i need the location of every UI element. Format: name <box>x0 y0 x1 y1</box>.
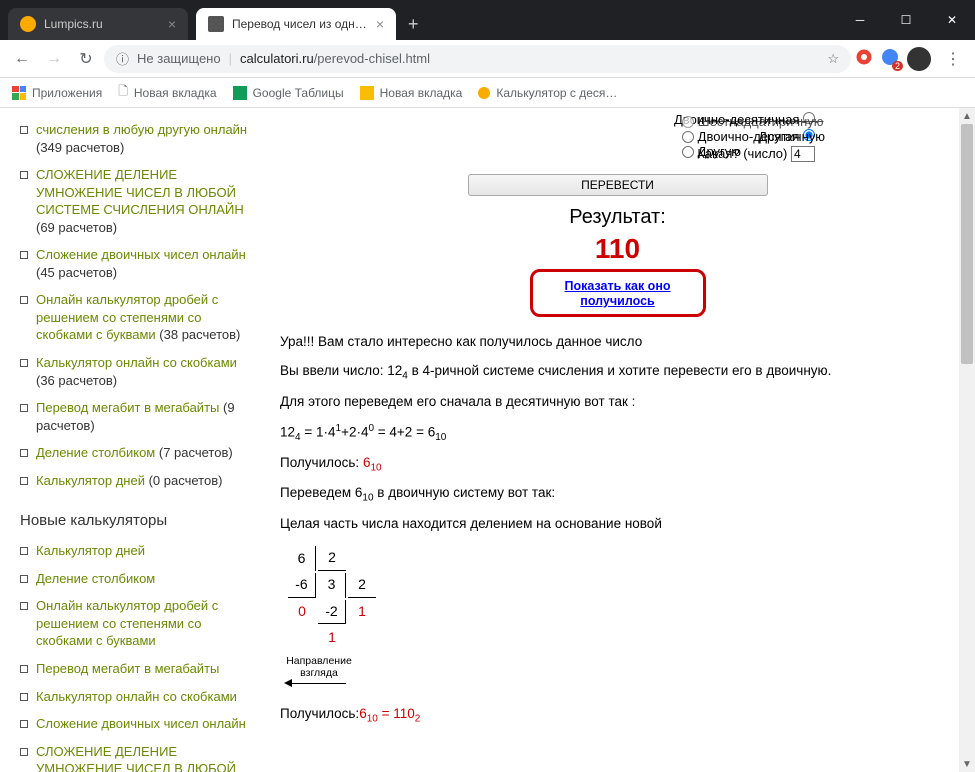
sidebar-item[interactable]: Онлайн калькулятор дробей с решением со … <box>18 592 250 655</box>
window-controls: ─ ☐ ✕ <box>837 0 975 40</box>
address-bar: ← → ↻ ⓘ Не защищено | calculatori.ru/per… <box>0 40 975 78</box>
info-icon: ⓘ <box>116 49 129 68</box>
extension-icon[interactable] <box>855 48 873 69</box>
tab-title: Перевод чисел из одной систе… <box>232 17 368 31</box>
sidebar-link[interactable]: Перевод мегабит в мегабайты <box>36 661 219 676</box>
sidebar-link[interactable]: Калькулятор онлайн со скобками <box>36 355 237 370</box>
sidebar-item[interactable]: Деление столбиком (7 расчетов) <box>18 439 250 467</box>
close-window-button[interactable]: ✕ <box>929 0 975 40</box>
sidebar-note: (36 расчетов) <box>36 373 117 388</box>
sidebar-item[interactable]: счисления в любую другую онлайн (349 рас… <box>18 116 250 161</box>
sidebar-item[interactable]: СЛОЖЕНИЕ ДЕЛЕНИЕ УМНОЖЕНИЕ ЧИСЕЛ В ЛЮБОЙ… <box>18 161 250 241</box>
url-input[interactable]: ⓘ Не защищено | calculatori.ru/perevod-c… <box>104 45 851 73</box>
url-text: calculatori.ru/perevod-chisel.html <box>240 51 430 66</box>
reload-button[interactable]: ↻ <box>72 45 100 73</box>
explanation: Ура!!! Вам стало интересно как получилос… <box>280 331 955 728</box>
maximize-button[interactable]: ☐ <box>883 0 929 40</box>
close-icon[interactable]: × <box>376 16 384 32</box>
scroll-up-icon[interactable]: ▲ <box>959 108 975 124</box>
sidebar-note: (349 расчетов) <box>36 140 124 155</box>
arrow-icon <box>284 679 955 687</box>
tab-title: Lumpics.ru <box>44 17 160 31</box>
forward-button[interactable]: → <box>40 45 68 73</box>
sidebar-item[interactable]: Калькулятор дней (0 расчетов) <box>18 467 250 495</box>
sidebar-item[interactable]: Онлайн калькулятор дробей с решением со … <box>18 286 250 349</box>
sidebar-note: (38 расчетов) <box>156 327 241 342</box>
translate-button[interactable]: ПЕРЕВЕСТИ <box>468 174 768 196</box>
result-value: 110 <box>280 235 955 263</box>
sidebar-note: (0 расчетов) <box>145 473 222 488</box>
bookmark-item[interactable]: Google Таблицы <box>233 86 344 100</box>
menu-button[interactable]: ⋮ <box>939 45 967 73</box>
sidebar-link[interactable]: Сложение двоичных чисел онлайн <box>36 247 246 262</box>
close-icon[interactable]: × <box>168 16 176 32</box>
apps-icon <box>12 86 26 100</box>
sidebar-link[interactable]: Калькулятор дней <box>36 473 145 488</box>
sidebar-item[interactable]: Деление столбиком <box>18 565 250 593</box>
sidebar: счисления в любую другую онлайн (349 рас… <box>0 108 250 772</box>
sheets-icon <box>233 86 247 100</box>
star-icon[interactable]: ☆ <box>827 51 839 67</box>
sidebar-link[interactable]: Перевод мегабит в мегабайты <box>36 400 219 415</box>
scrollbar[interactable]: ▲ ▼ <box>959 108 975 772</box>
bookmark-item[interactable]: Калькулятор с деся… <box>478 86 617 100</box>
sidebar-link[interactable]: Сложение двоичных чисел онлайн <box>36 716 246 731</box>
profile-avatar[interactable] <box>907 47 931 71</box>
main-content: Двоично-десятичная Другая Какая? (число)… <box>250 108 975 772</box>
sidebar-item[interactable]: Калькулятор онлайн со скобками <box>18 683 250 711</box>
sidebar-link[interactable]: Деление столбиком <box>36 571 155 586</box>
browser-titlebar: Lumpics.ru × Перевод чисел из одной сист… <box>0 0 975 40</box>
arrow-label: Направление взгляда <box>284 656 354 679</box>
show-solution-link[interactable]: Показать как оно получилось <box>564 279 670 308</box>
radio-bindec-to[interactable] <box>682 131 694 143</box>
browser-tab-active[interactable]: Перевод чисел из одной систе… × <box>196 8 396 40</box>
sidebar-note: (45 расчетов) <box>36 265 117 280</box>
sidebar-link[interactable]: СЛОЖЕНИЕ ДЕЛЕНИЕ УМНОЖЕНИЕ ЧИСЕЛ В ЛЮБОЙ… <box>36 744 244 772</box>
radio-hex[interactable] <box>682 116 694 128</box>
scroll-down-icon[interactable]: ▼ <box>959 756 975 772</box>
sidebar-link[interactable]: Калькулятор дней <box>36 543 145 558</box>
sidebar-item[interactable]: Перевод мегабит в мегабайты <box>18 655 250 683</box>
calc-icon <box>478 87 490 99</box>
browser-tab[interactable]: Lumpics.ru × <box>8 8 188 40</box>
sidebar-link[interactable]: Онлайн калькулятор дробей с решением со … <box>36 598 218 648</box>
minimize-button[interactable]: ─ <box>837 0 883 40</box>
sidebar-link[interactable]: СЛОЖЕНИЕ ДЕЛЕНИЕ УМНОЖЕНИЕ ЧИСЕЛ В ЛЮБОЙ… <box>36 167 244 217</box>
extension-icon[interactable]: 2 <box>881 48 899 69</box>
bookmark-item[interactable]: Новая вкладка <box>360 86 463 100</box>
page-icon <box>360 86 374 100</box>
division-table: 62 -632 0-21 1 <box>286 544 378 652</box>
favicon-icon <box>208 16 224 32</box>
apps-button[interactable]: Приложения <box>12 86 102 100</box>
new-tab-button[interactable]: + <box>396 8 431 40</box>
sidebar-item[interactable]: Калькулятор дней <box>18 537 250 565</box>
scroll-thumb[interactable] <box>961 124 973 364</box>
sidebar-note: (69 расчетов) <box>36 220 117 235</box>
sidebar-link[interactable]: счисления в любую другую онлайн <box>36 122 247 137</box>
sidebar-heading: Новые калькуляторы <box>20 512 250 529</box>
sidebar-link[interactable]: Деление столбиком <box>36 445 155 460</box>
favicon-icon <box>20 16 36 32</box>
sidebar-item[interactable]: Сложение двоичных чисел онлайн (45 расче… <box>18 241 250 286</box>
bookmarks-bar: Приложения 🗋 Новая вкладка Google Таблиц… <box>0 78 975 108</box>
sidebar-item[interactable]: Сложение двоичных чисел онлайн <box>18 710 250 738</box>
sidebar-item[interactable]: Перевод мегабит в мегабайты (9 расчетов) <box>18 394 250 439</box>
sidebar-item[interactable]: Калькулятор онлайн со скобками (36 расче… <box>18 349 250 394</box>
sidebar-item[interactable]: СЛОЖЕНИЕ ДЕЛЕНИЕ УМНОЖЕНИЕ ЧИСЕЛ В ЛЮБОЙ… <box>18 738 250 772</box>
result-heading: Результат: <box>280 206 955 229</box>
radio-other-to[interactable] <box>682 146 694 158</box>
bookmark-item[interactable]: 🗋 Новая вкладка <box>118 82 216 103</box>
sidebar-note: (7 расчетов) <box>155 445 232 460</box>
sidebar-link[interactable]: Калькулятор онлайн со скобками <box>36 689 237 704</box>
security-status: Не защищено <box>137 51 221 66</box>
back-button[interactable]: ← <box>8 45 36 73</box>
highlight-box: Показать как оно получилось <box>530 269 706 317</box>
page-icon: 🗋 <box>118 82 128 103</box>
